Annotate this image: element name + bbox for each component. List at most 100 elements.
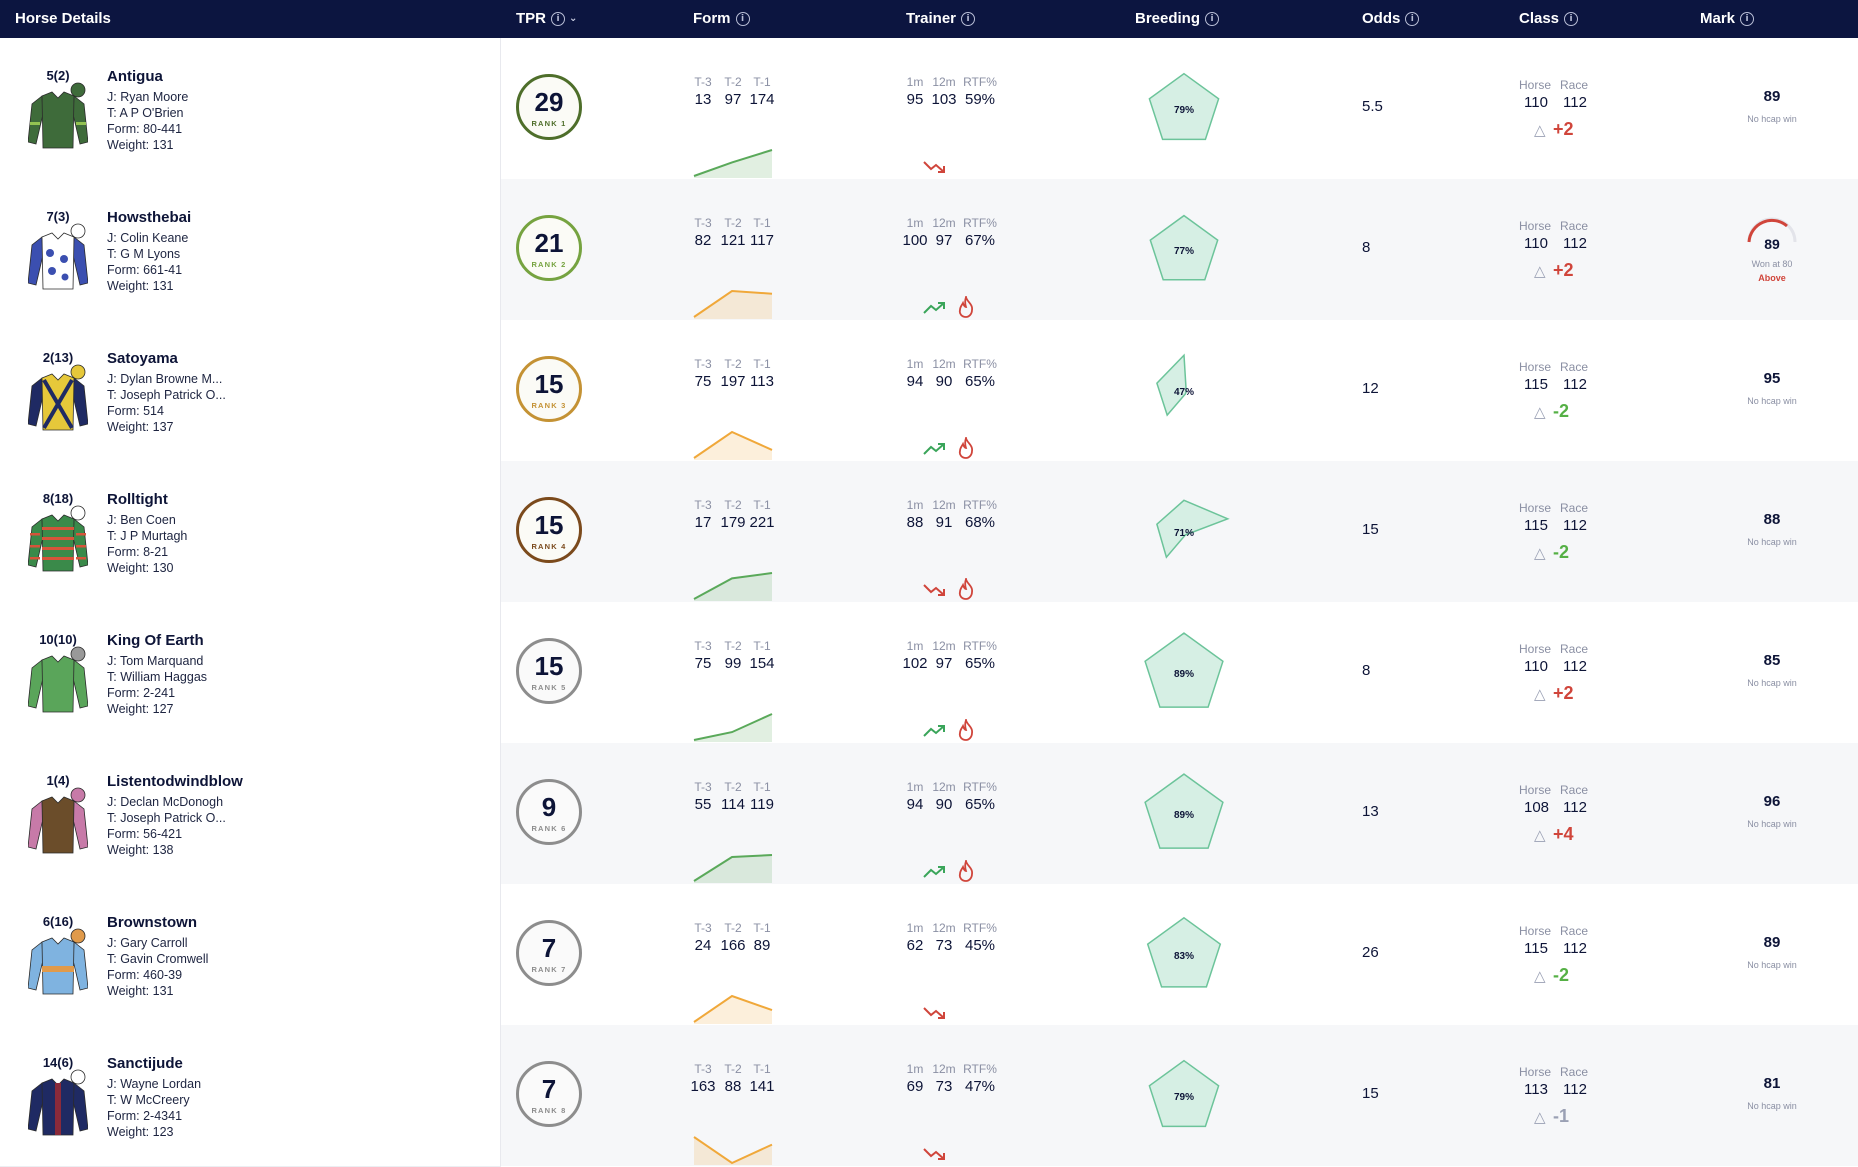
horse-name[interactable]: Satoyama (107, 350, 178, 367)
table-row[interactable]: 8(18) Rolltight J: Ben Coen T: J P Murtagh F… (0, 461, 1858, 603)
mark-value: 95 (1763, 370, 1781, 387)
horse-weight: Weight: 138 (107, 843, 174, 857)
horse-form: Form: 661-41 (107, 263, 183, 277)
horse-details-cell[interactable]: 1(4) Listentodwindblow J: Declan McDonogh T… (0, 743, 501, 885)
trend-line (923, 1148, 945, 1160)
trainer-label: 12m (932, 75, 956, 89)
horse-name[interactable]: Howsthebai (107, 209, 191, 226)
delta-triangle-icon: △ (1534, 827, 1546, 844)
flame-outline (958, 296, 973, 318)
class-delta: +2 (1553, 260, 1574, 280)
mark-value: 85 (1763, 652, 1781, 669)
info-icon[interactable]: i (1564, 12, 1579, 27)
horse-jockey: J: Colin Keane (107, 231, 189, 245)
table-row[interactable]: 10(10) King Of Earth J: Tom Marquand T: Wil… (0, 602, 1858, 744)
horse-details-cell[interactable]: 10(10) King Of Earth J: Tom Marquand T: Wil… (0, 602, 501, 744)
breeding-percent: 79% (1174, 1092, 1194, 1103)
tpr-value: 7 (541, 933, 557, 963)
horse-name[interactable]: Listentodwindblow (107, 773, 243, 790)
horse-details-cell[interactable]: 6(16) Brownstown J: Gary Carroll T: Gavin C… (0, 884, 501, 1026)
table-row[interactable]: 2(13) Satoyama J: Dylan Browne M... T: Jose… (0, 320, 1858, 462)
form-label: T-1 (753, 357, 771, 371)
odds-value[interactable]: 8 (1362, 239, 1370, 256)
silks-hoop (76, 533, 86, 536)
jacket-spots-icon (28, 223, 88, 290)
silks-cap (70, 646, 86, 662)
silks-spot (61, 273, 69, 281)
trainer-label: RTF% (963, 216, 997, 230)
horse-name[interactable]: Sanctijude (107, 1055, 183, 1072)
col-tpr[interactable]: TPR i ⌄ (516, 0, 577, 38)
silks-cap (70, 223, 86, 239)
horse-trainer: T: William Haggas (107, 670, 208, 684)
silks-stripe (55, 1083, 61, 1135)
info-icon[interactable]: i (1205, 12, 1220, 27)
trend-line (923, 302, 945, 314)
rank-label: RANK 3 (531, 401, 567, 410)
info-icon[interactable]: i (1405, 12, 1420, 27)
col-horse-details[interactable]: Horse Details (15, 0, 111, 38)
info-icon[interactable]: i (735, 12, 750, 27)
silks-body (41, 232, 75, 290)
horse-name[interactable]: Rolltight (107, 491, 168, 508)
odds-value[interactable]: 26 (1362, 944, 1379, 961)
class-delta: -2 (1553, 965, 1570, 985)
silks-right-sleeve (72, 236, 88, 286)
horse-details-cell[interactable]: 8(18) Rolltight J: Ben Coen T: J P Murtagh F… (0, 461, 501, 603)
form-value: 221 (749, 514, 775, 531)
mark-note: No hcap win (1747, 396, 1797, 406)
flame-icon (958, 578, 973, 600)
tpr-badge: 7 RANK 8 (516, 1061, 582, 1127)
horse-name[interactable]: King Of Earth (107, 632, 204, 649)
class-label-horse: Horse (1519, 360, 1552, 374)
col-mark-label: Mark (1700, 10, 1736, 27)
breeding-radar-chart: 89% (1144, 773, 1224, 849)
breeding-percent: 83% (1174, 951, 1194, 962)
table-row[interactable]: 5(2) Antigua J: Ryan Moore T: A P O'Brien Fo… (0, 38, 1858, 180)
trainer-label: 12m (932, 780, 956, 794)
horse-jockey: J: Ben Coen (107, 513, 176, 527)
col-form[interactable]: Form i (693, 0, 750, 38)
table-row[interactable]: 1(4) Listentodwindblow J: Declan McDonogh T… (0, 743, 1858, 885)
col-odds[interactable]: Odds i (1362, 0, 1420, 38)
horse-trainer: T: G M Lyons (107, 247, 181, 261)
trainer-value: 65% (964, 655, 996, 672)
trend-up-icon (923, 443, 945, 455)
draw-number: 14(6) (42, 1055, 74, 1070)
horse-details-cell[interactable]: 2(13) Satoyama J: Dylan Browne M... T: Jose… (0, 320, 501, 462)
table-row[interactable]: 14(6) Sanctijude J: Wayne Lordan T: W McCre… (0, 1025, 1858, 1167)
odds-value[interactable]: 8 (1362, 662, 1370, 679)
silks-right-sleeve (72, 95, 88, 145)
table-row[interactable]: 7(3) Howsthebai J: Colin Keane T: G M Lyons… (0, 179, 1858, 321)
trainer-value: 65% (964, 796, 996, 813)
odds-value[interactable]: 13 (1362, 803, 1379, 820)
odds-value[interactable]: 5.5 (1362, 98, 1383, 115)
info-icon[interactable]: i (961, 12, 976, 27)
horse-details-cell[interactable]: 14(6) Sanctijude J: Wayne Lordan T: W McCre… (0, 1025, 501, 1167)
odds-value[interactable]: 12 (1362, 380, 1379, 397)
horse-form: Form: 56-421 (107, 827, 183, 841)
odds-value[interactable]: 15 (1362, 1085, 1379, 1102)
col-trainer[interactable]: Trainer i (906, 0, 976, 38)
mark-value: 88 (1763, 511, 1781, 528)
col-breeding[interactable]: Breeding i (1135, 0, 1220, 38)
info-icon[interactable]: i (1740, 12, 1755, 27)
odds-value[interactable]: 15 (1362, 521, 1379, 538)
chevron-down-icon[interactable]: ⌄ (569, 0, 577, 38)
table-row[interactable]: 6(16) Brownstown J: Gary Carroll T: Gavin C… (0, 884, 1858, 1026)
col-mark[interactable]: Mark i (1700, 0, 1755, 38)
rank-label: RANK 2 (531, 260, 567, 269)
horse-name[interactable]: Antigua (107, 68, 163, 85)
class-horse-value: 110 (1524, 658, 1548, 675)
horse-name[interactable]: Brownstown (107, 914, 197, 931)
form-sparkline-area (694, 573, 772, 601)
silks-hoop (30, 533, 40, 536)
horse-details-cell[interactable]: 7(3) Howsthebai J: Colin Keane T: G M Lyons… (0, 179, 501, 321)
class-label-race: Race (1560, 501, 1589, 515)
horse-details-cell[interactable]: 5(2) Antigua J: Ryan Moore T: A P O'Brien Fo… (0, 38, 501, 180)
flame-outline (958, 437, 973, 459)
col-class[interactable]: Class i (1519, 0, 1579, 38)
tpr-value: 15 (534, 651, 564, 681)
info-icon[interactable]: i (551, 12, 565, 27)
silks-hoop (42, 557, 74, 560)
